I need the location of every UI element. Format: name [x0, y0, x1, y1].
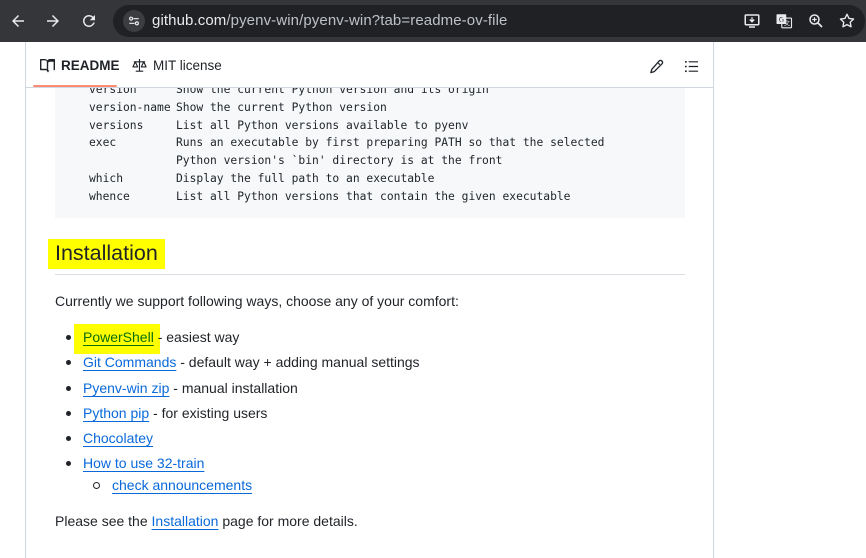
chocolatey-link[interactable]: Chocolatey — [83, 430, 153, 446]
bullet — [66, 461, 71, 466]
code-line: Python version's `bin' directory is at t… — [176, 154, 503, 167]
translate-icon[interactable]: G文 — [774, 11, 794, 31]
tab-license[interactable]: MIT license — [132, 58, 222, 73]
bullet — [66, 360, 71, 365]
book-icon — [40, 58, 55, 73]
pyenv-win-zip-link[interactable]: Pyenv-win zip — [83, 380, 169, 396]
bullet — [66, 335, 71, 340]
site-info-icon[interactable] — [123, 10, 145, 32]
list-outline-icon[interactable] — [682, 57, 700, 75]
installation-outro: Please see the Installation page for mor… — [55, 513, 358, 529]
reload-icon[interactable] — [75, 7, 103, 35]
list-item: Python pip - for existing users — [83, 405, 268, 421]
installation-page-link[interactable]: Installation — [152, 513, 219, 529]
announcements-link[interactable]: check announcements — [112, 477, 252, 493]
code-block: version Show the current Python version a… — [55, 88, 685, 218]
bullet — [66, 436, 71, 441]
bullet — [66, 411, 71, 416]
pencil-icon[interactable] — [647, 57, 665, 75]
code-line: exec Runs an executable by first preparin… — [89, 136, 605, 149]
tab-readme[interactable]: README — [40, 58, 120, 73]
page-content: README MIT license version Show the curre… — [0, 42, 866, 558]
list-item: Chocolatey — [83, 430, 153, 446]
code-line: version-name Show the current Python vers… — [89, 101, 387, 114]
code-line: which Display the full path to an executa… — [89, 172, 435, 185]
install-app-icon[interactable] — [742, 11, 762, 31]
list-item: PowerShell - easiest way — [83, 329, 240, 345]
bookmark-star-icon[interactable] — [837, 11, 857, 31]
installation-heading: Installation — [55, 241, 158, 265]
zoom-icon[interactable] — [806, 11, 826, 31]
list-item: Pyenv-win zip - manual installation — [83, 380, 298, 396]
installation-intro: Currently we support following ways, cho… — [55, 293, 459, 309]
readme-tab-bar: README MIT license — [26, 42, 713, 88]
tab-license-label: MIT license — [153, 58, 222, 73]
url-path: /pyenv-win/pyenv-win?tab=readme-ov-file — [226, 12, 508, 29]
scale-icon — [132, 58, 147, 72]
forward-arrow-icon[interactable] — [39, 7, 67, 35]
browser-toolbar: github.com/pyenv-win/pyenv-win?tab=readm… — [0, 0, 866, 42]
list-item: How to use 32-train — [83, 455, 204, 471]
url-host: github.com — [152, 12, 227, 29]
back-arrow-icon[interactable] — [4, 7, 32, 35]
code-line: versions List all Python versions availab… — [89, 119, 469, 132]
url-text[interactable]: github.com/pyenv-win/pyenv-win?tab=readm… — [152, 12, 508, 29]
code-line: version Show the current Python version a… — [89, 88, 489, 96]
active-tab-indicator — [33, 85, 117, 87]
tab-readme-label: README — [61, 58, 120, 73]
python-pip-link[interactable]: Python pip — [83, 405, 149, 421]
list-item: Git Commands - default way + adding manu… — [83, 354, 420, 370]
hollow-bullet — [93, 482, 100, 489]
powershell-link[interactable]: PowerShell — [83, 329, 154, 345]
sub-list-item: check announcements — [112, 477, 252, 493]
heading-divider — [55, 274, 685, 275]
readme-panel: README MIT license version Show the curre… — [25, 42, 714, 558]
code-line: whence List all Python versions that cont… — [89, 190, 571, 203]
bullet — [66, 386, 71, 391]
git-commands-link[interactable]: Git Commands — [83, 354, 176, 370]
32-train-link[interactable]: How to use 32-train — [83, 455, 204, 471]
svg-text:文: 文 — [784, 20, 790, 28]
